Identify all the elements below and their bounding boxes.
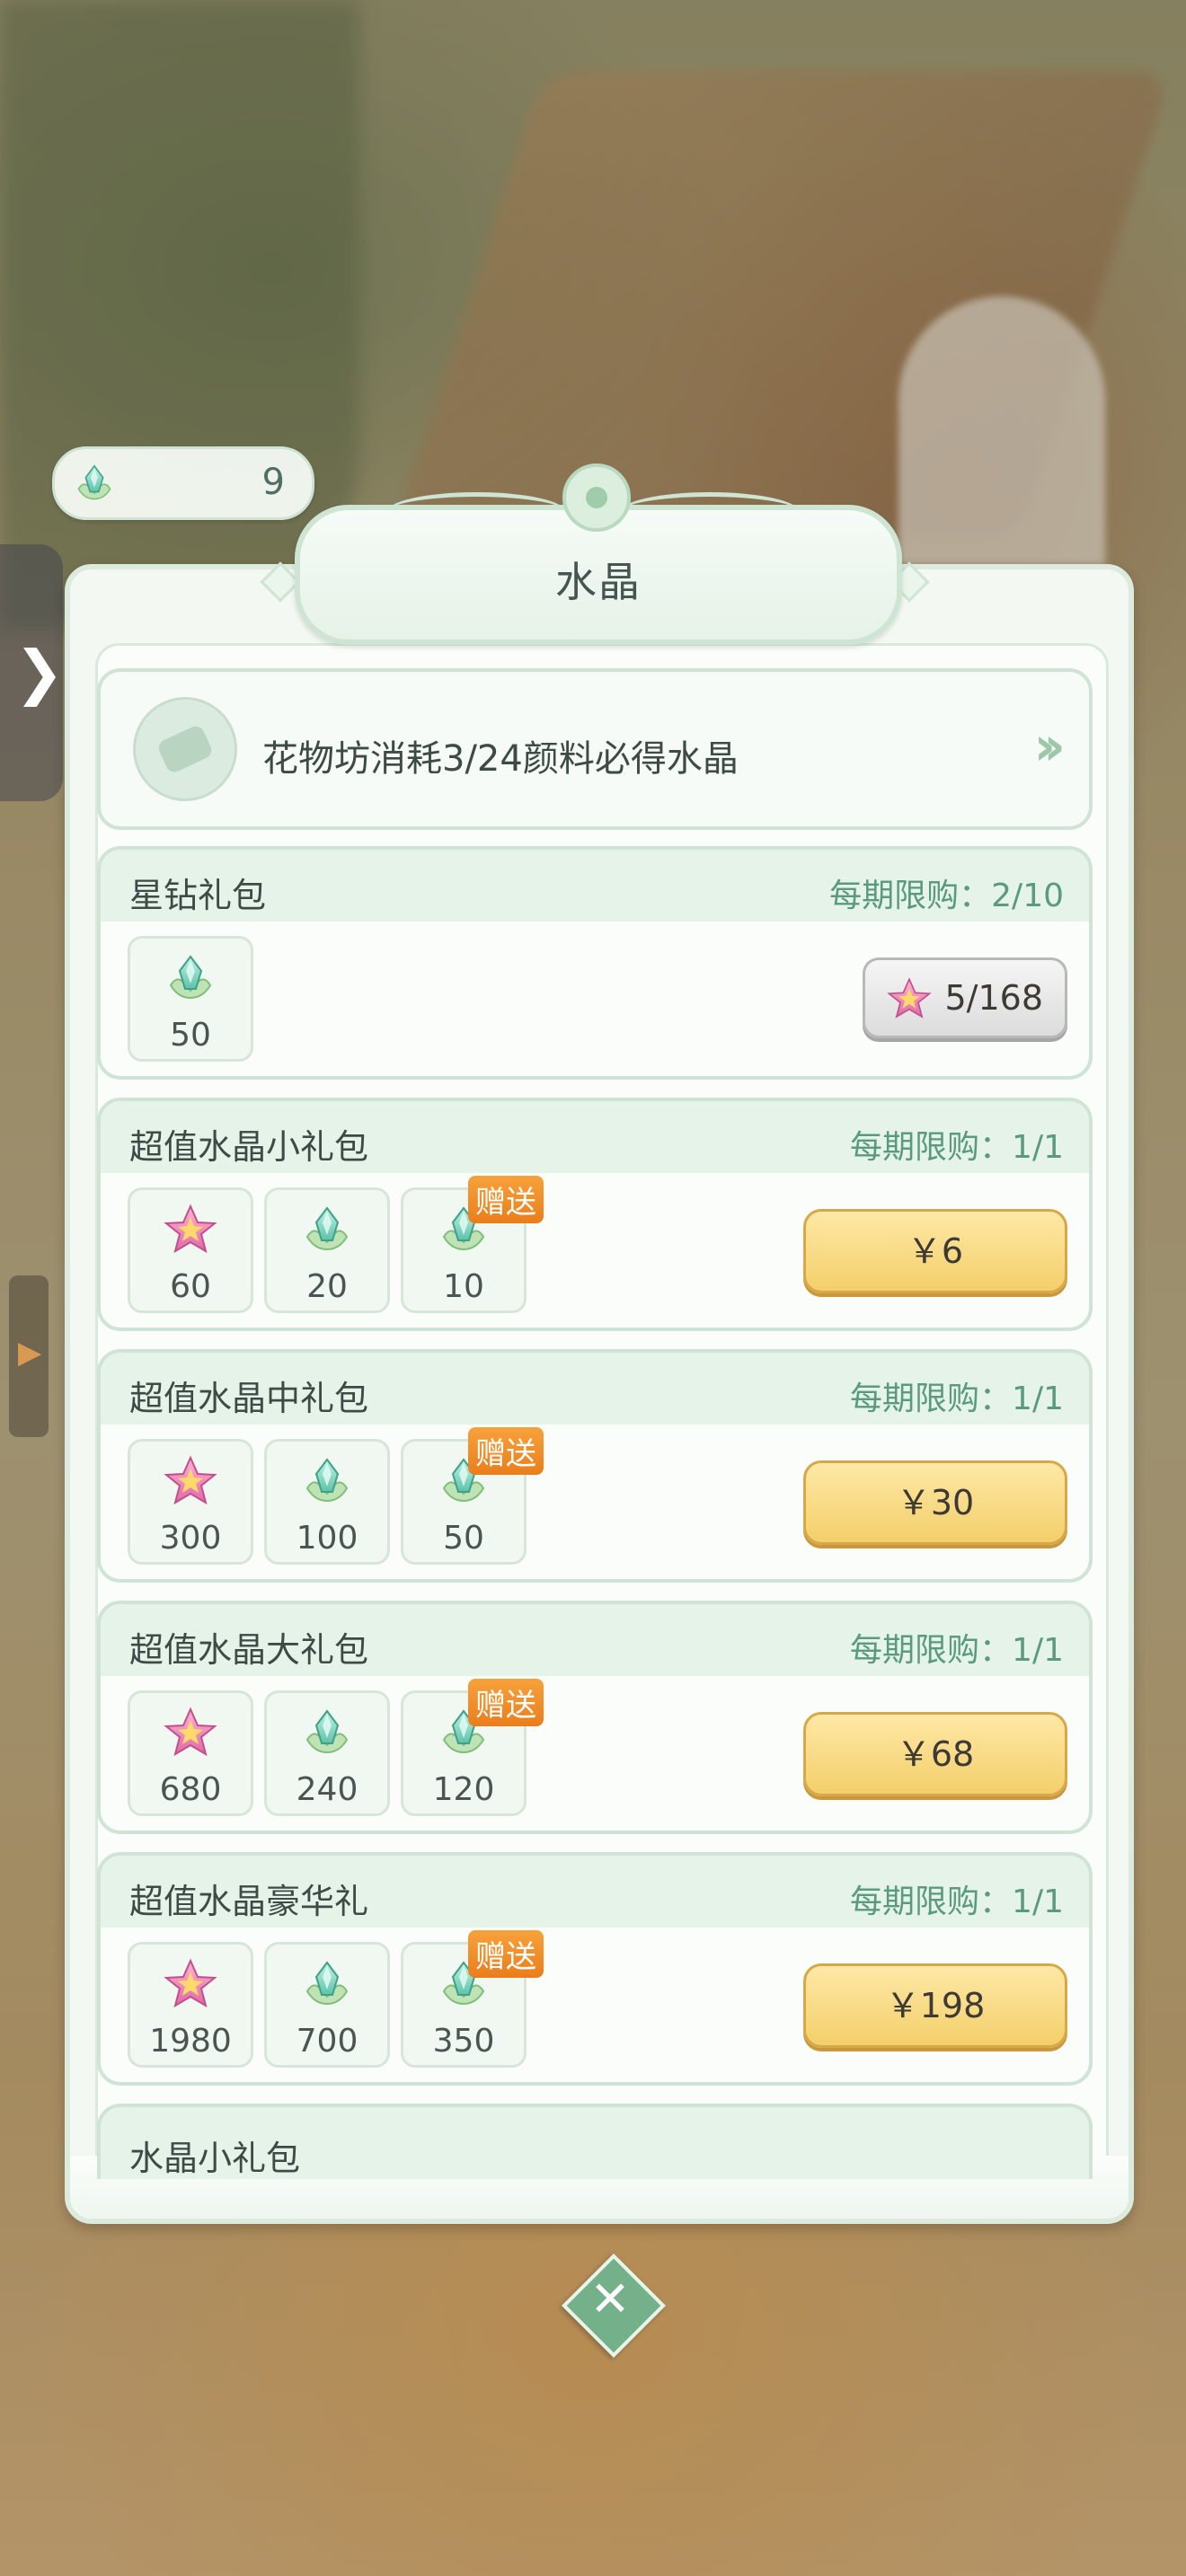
pack-card: 超值水晶中礼包 每期限购：1/1 300 100 赠送 50 ￥30 [97, 1349, 1093, 1583]
crystal-icon [300, 1454, 354, 1508]
triangle-right-icon: ▶ [18, 1335, 42, 1371]
pack-body: 50 5/168 [101, 922, 1089, 1076]
crystal-icon [164, 951, 217, 1005]
buy-button[interactable]: ￥6 [803, 1209, 1067, 1293]
reward-item[interactable]: 240 [264, 1690, 390, 1816]
star-icon [164, 1454, 217, 1508]
flower-ornament-icon [562, 463, 631, 532]
page-title: 水晶 [555, 558, 642, 606]
reward-item[interactable]: 700 [264, 1942, 390, 2068]
reward-count: 240 [296, 1771, 358, 1808]
pack-card: 超值水晶大礼包 每期限购：1/1 680 240 赠送 120 ￥68 [97, 1601, 1093, 1834]
star-icon [887, 976, 932, 1021]
crystal-icon [300, 1957, 354, 2011]
reward-item[interactable]: 赠送 50 [401, 1427, 544, 1565]
pack-header: 超值水晶小礼包 每期限购：1/1 [101, 1101, 1089, 1173]
reward-count: 50 [443, 1520, 484, 1557]
reward-count: 700 [296, 2023, 358, 2060]
reward-item[interactable]: 50 [128, 936, 253, 1062]
reward-count: 120 [432, 1771, 495, 1808]
bonus-badge: 赠送 [468, 1176, 544, 1223]
crystal-icon [300, 1706, 354, 1760]
side-expand-tab[interactable]: ❯ [0, 544, 65, 801]
star-icon [164, 1706, 217, 1760]
scroll-icon [133, 697, 237, 801]
pack-body: 680 240 赠送 120 ￥68 [101, 1676, 1089, 1831]
reward-item[interactable]: 680 [128, 1690, 253, 1816]
reward-item[interactable]: 20 [264, 1187, 390, 1313]
reward-item[interactable]: 1980 [128, 1942, 253, 2068]
background-window [898, 296, 1105, 566]
buy-with-stars-button[interactable]: 5/168 [863, 957, 1067, 1038]
reward-item[interactable]: 赠送 350 [401, 1930, 544, 2068]
reward-count: 50 [170, 1017, 211, 1054]
reward-count: 60 [170, 1268, 211, 1305]
reward-count: 300 [159, 1520, 222, 1557]
pack-name: 超值水晶大礼包 [129, 1630, 369, 1670]
buy-button[interactable]: ￥68 [803, 1712, 1067, 1796]
buy-button[interactable]: ￥198 [803, 1963, 1067, 2048]
crystal-icon [300, 1203, 354, 1257]
pack-name: 超值水晶豪华礼 [129, 1882, 369, 1921]
notice-text: 花物坊消耗3/24颜料必得水晶 [262, 738, 739, 780]
pack-name: 星钻礼包 [129, 876, 267, 915]
reward-count: 10 [443, 1268, 484, 1305]
reward-item[interactable]: 赠送 10 [401, 1176, 544, 1313]
pack-header: 超值水晶中礼包 每期限购：1/1 [101, 1353, 1089, 1425]
purchase-limit: 每期限购：2/10 [829, 878, 1064, 914]
reward-count: 100 [296, 1520, 358, 1557]
reward-item[interactable]: 赠送 120 [401, 1679, 544, 1816]
reward-count: 680 [159, 1771, 222, 1808]
crystal-counter[interactable]: 9 [52, 446, 314, 520]
reward-item[interactable]: 300 [128, 1439, 253, 1565]
star-icon [164, 1203, 217, 1257]
pack-header: 超值水晶豪华礼 每期限购：1/1 [101, 1856, 1089, 1928]
pack-header: 超值水晶大礼包 每期限购：1/1 [101, 1604, 1089, 1676]
pack-name: 水晶小礼包 [129, 2139, 301, 2178]
bonus-badge: 赠送 [468, 1427, 544, 1475]
star-icon [164, 1957, 217, 2011]
purchase-limit: 每期限购：1/1 [850, 1129, 1064, 1166]
reward-count: 350 [432, 2023, 495, 2060]
reward-count: 20 [306, 1268, 348, 1305]
bonus-badge: 赠送 [468, 1930, 544, 1978]
purchase-limit: 每期限购：1/1 [850, 1883, 1064, 1920]
pack-card: 星钻礼包 每期限购：2/10 50 5/168 [97, 846, 1093, 1080]
reward-item[interactable]: 60 [128, 1187, 253, 1313]
buy-button[interactable]: ￥30 [803, 1460, 1067, 1545]
pack-card-partial: 水晶小礼包 [97, 2104, 1093, 2179]
close-icon: ✕ [589, 2271, 631, 2327]
pack-body: 1980 700 赠送 350 ￥198 [101, 1928, 1089, 2082]
chevron-right-icon: ❯ [14, 638, 65, 707]
side-arrow-handle[interactable]: ▶ [9, 1275, 49, 1437]
price-label: 5/168 [944, 978, 1043, 1018]
pack-card: 超值水晶小礼包 每期限购：1/1 60 20 赠送 10 ￥6 [97, 1098, 1093, 1331]
notice-banner[interactable]: 花物坊消耗3/24颜料必得水晶 ›› [97, 668, 1093, 830]
pack-name: 超值水晶中礼包 [129, 1379, 369, 1418]
purchase-limit: 每期限购：1/1 [850, 1381, 1064, 1417]
reward-count: 1980 [149, 2023, 232, 2060]
pack-body: 300 100 赠送 50 ￥30 [101, 1425, 1089, 1579]
pack-body: 60 20 赠送 10 ￥6 [101, 1173, 1089, 1328]
crystal-icon [73, 462, 116, 505]
double-chevron-right-icon: ›› [1033, 715, 1067, 778]
crystal-count: 9 [261, 462, 285, 503]
bonus-badge: 赠送 [468, 1679, 544, 1726]
pack-header: 星钻礼包 每期限购：2/10 [101, 850, 1089, 922]
reward-item[interactable]: 100 [264, 1439, 390, 1565]
close-button[interactable]: ✕ [561, 2253, 666, 2358]
pack-name: 超值水晶小礼包 [129, 1127, 369, 1167]
pack-card: 超值水晶豪华礼 每期限购：1/1 1980 700 赠送 350 ￥198 [97, 1852, 1093, 2086]
purchase-limit: 每期限购：1/1 [850, 1632, 1064, 1669]
